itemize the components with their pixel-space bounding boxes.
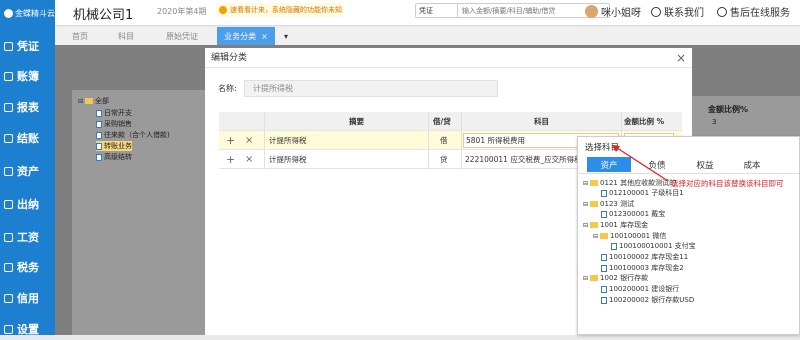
- annotation-text: 选择对应的科目该替换该科目即可: [671, 179, 784, 188]
- annotation-arrow: [612, 145, 669, 182]
